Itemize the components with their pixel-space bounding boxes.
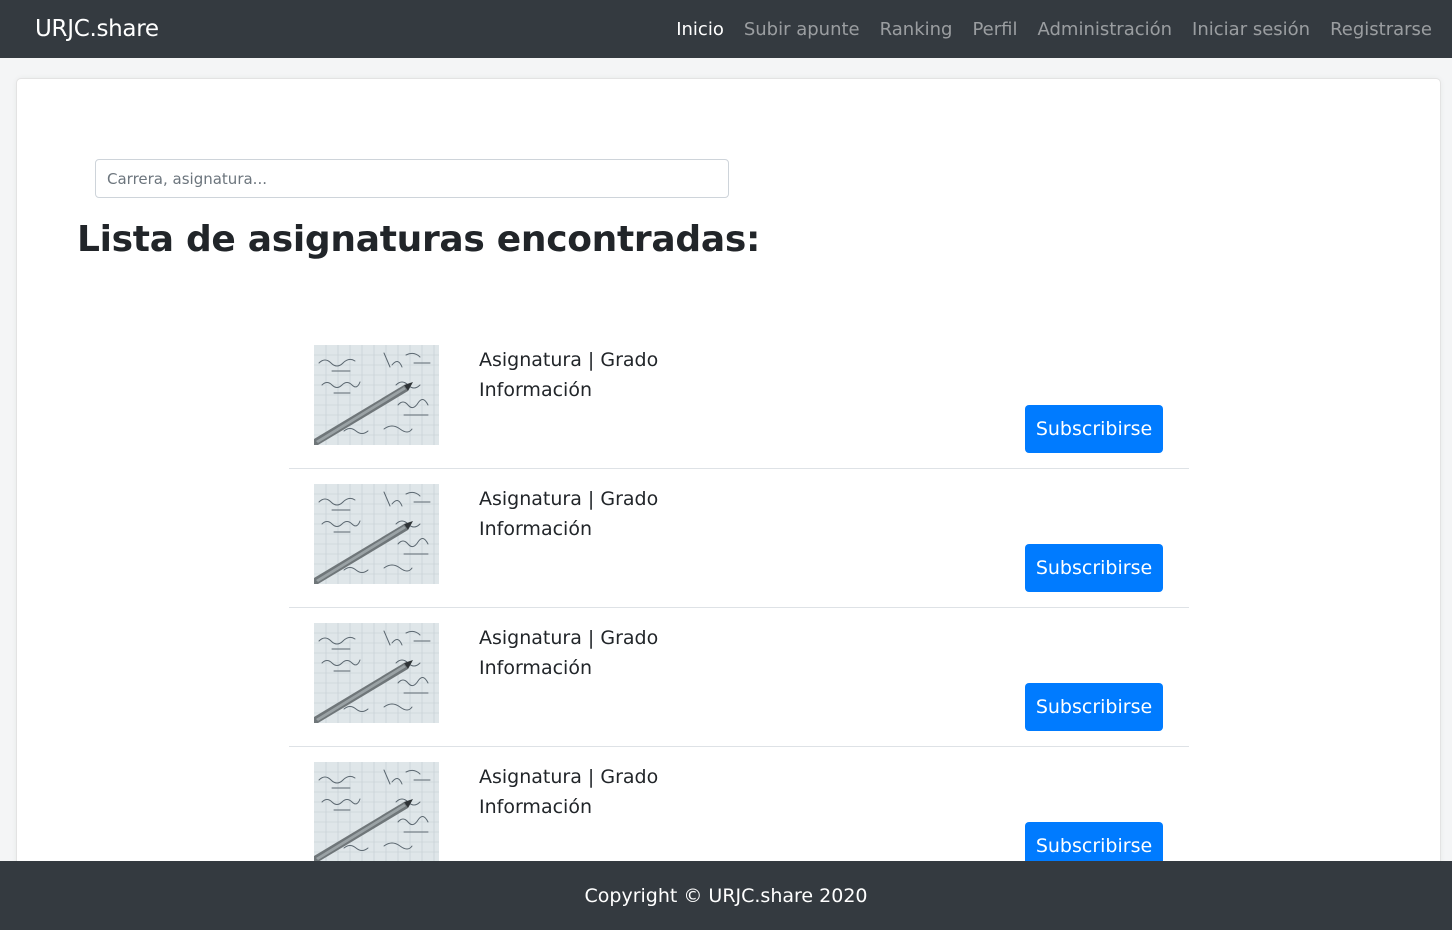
subject-title: Asignatura | Grado <box>479 766 659 788</box>
nav-link-perfil[interactable]: Perfil <box>972 19 1017 40</box>
subject-info: Información <box>479 657 592 679</box>
nav-link-registrarse[interactable]: Registrarse <box>1330 19 1432 40</box>
nav-link-administracion[interactable]: Administración <box>1037 19 1172 40</box>
math-notes-with-pen-image <box>314 345 439 445</box>
nav-link-iniciar-sesion[interactable]: Iniciar sesión <box>1192 19 1310 40</box>
list-item: Asignatura | Grado Información Subscribi… <box>289 608 1189 747</box>
subscribe-button[interactable]: Subscribirse <box>1025 544 1163 592</box>
list-item: Asignatura | Grado Información Subscribi… <box>289 469 1189 608</box>
list-item: Asignatura | Grado Información Subscribi… <box>289 747 1189 877</box>
search-input[interactable] <box>95 159 729 198</box>
subject-title: Asignatura | Grado <box>479 349 659 371</box>
nav-link-subir-apunte[interactable]: Subir apunte <box>744 19 860 40</box>
content-card: Lista de asignaturas encontradas: Asigna… <box>16 78 1441 878</box>
math-notes-with-pen-image <box>314 762 439 862</box>
subject-title: Asignatura | Grado <box>479 627 659 649</box>
subscribe-button[interactable]: Subscribirse <box>1025 683 1163 731</box>
subject-info: Información <box>479 518 592 540</box>
brand-logo-link[interactable]: URJC.share <box>35 16 159 42</box>
page-title: Lista de asignaturas encontradas: <box>77 219 761 260</box>
list-item: Asignatura | Grado Información Subscribi… <box>289 330 1189 469</box>
subject-info: Información <box>479 796 592 818</box>
nav-link-inicio[interactable]: Inicio <box>676 19 724 40</box>
nav-link-ranking[interactable]: Ranking <box>880 19 953 40</box>
top-navbar: URJC.share Inicio Subir apunte Ranking P… <box>0 0 1452 58</box>
math-notes-with-pen-image <box>314 484 439 584</box>
copyright-text: Copyright © URJC.share 2020 <box>584 884 868 907</box>
math-notes-with-pen-image <box>314 623 439 723</box>
subscribe-button[interactable]: Subscribirse <box>1025 405 1163 453</box>
footer: Copyright © URJC.share 2020 <box>0 861 1452 930</box>
subject-list: Asignatura | Grado Información Subscribi… <box>289 330 1189 877</box>
subject-info: Información <box>479 379 592 401</box>
subject-title: Asignatura | Grado <box>479 488 659 510</box>
nav-links: Inicio Subir apunte Ranking Perfil Admin… <box>656 19 1432 40</box>
